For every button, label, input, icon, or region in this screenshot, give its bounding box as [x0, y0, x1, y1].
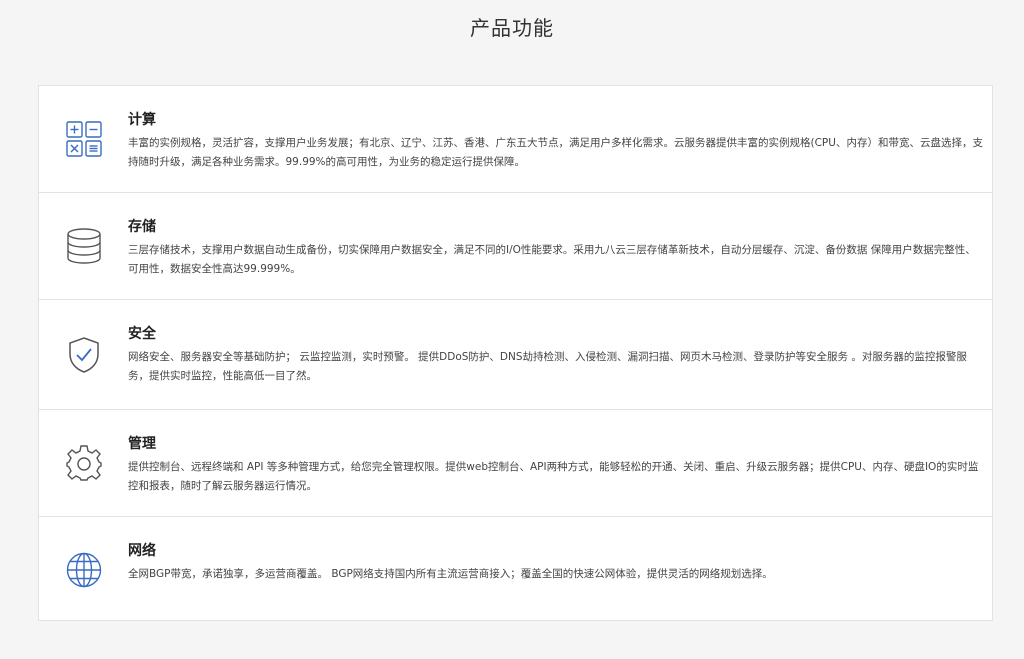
feature-desc-network: 全网BGP带宽，承诺独享，多运营商覆盖。 BGP网络支持国内所有主流运营商接入；… — [128, 568, 773, 580]
feature-row-management: 管理 提供控制台、远程终端和 API 等多种管理方式，给您完全管理权限。提供we… — [39, 409, 992, 517]
feature-title-management: 管理 — [128, 436, 156, 452]
feature-desc-compute: 丰富的实例规格，灵活扩容，支撑用户业务发展；有北京、辽宁、江苏、香港、广东五大节… — [128, 137, 983, 168]
database-icon — [65, 227, 103, 265]
feature-row-security: 安全 网络安全、服务器安全等基础防护； 云监控监测，实时预警。 提供DDoS防护… — [39, 299, 992, 410]
calculator-icon — [65, 120, 103, 158]
feature-desc-storage: 三层存储技术，支撑用户数据自动生成备份，切实保障用户数据安全，满足不同的I/O性… — [128, 244, 976, 275]
shield-check-icon — [65, 336, 103, 374]
feature-row-network: 网络 全网BGP带宽，承诺独享，多运营商覆盖。 BGP网络支持国内所有主流运营商… — [39, 516, 992, 621]
feature-desc-security: 网络安全、服务器安全等基础防护； 云监控监测，实时预警。 提供DDoS防护、DN… — [128, 351, 967, 382]
feature-row-compute: 计算 丰富的实例规格，灵活扩容，支撑用户业务发展；有北京、辽宁、江苏、香港、广东… — [39, 86, 992, 192]
feature-title-security: 安全 — [128, 326, 156, 342]
gear-icon — [65, 444, 103, 482]
feature-row-storage: 存储 三层存储技术，支撑用户数据自动生成备份，切实保障用户数据安全，满足不同的I… — [39, 192, 992, 300]
feature-title-network: 网络 — [128, 543, 156, 559]
feature-list: 计算 丰富的实例规格，灵活扩容，支撑用户业务发展；有北京、辽宁、江苏、香港、广东… — [38, 85, 993, 621]
feature-title-compute: 计算 — [128, 112, 156, 128]
feature-title-storage: 存储 — [128, 219, 156, 235]
feature-desc-management: 提供控制台、远程终端和 API 等多种管理方式，给您完全管理权限。提供web控制… — [128, 461, 979, 492]
page-title: 产品功能 — [470, 16, 554, 40]
globe-icon — [65, 551, 103, 589]
